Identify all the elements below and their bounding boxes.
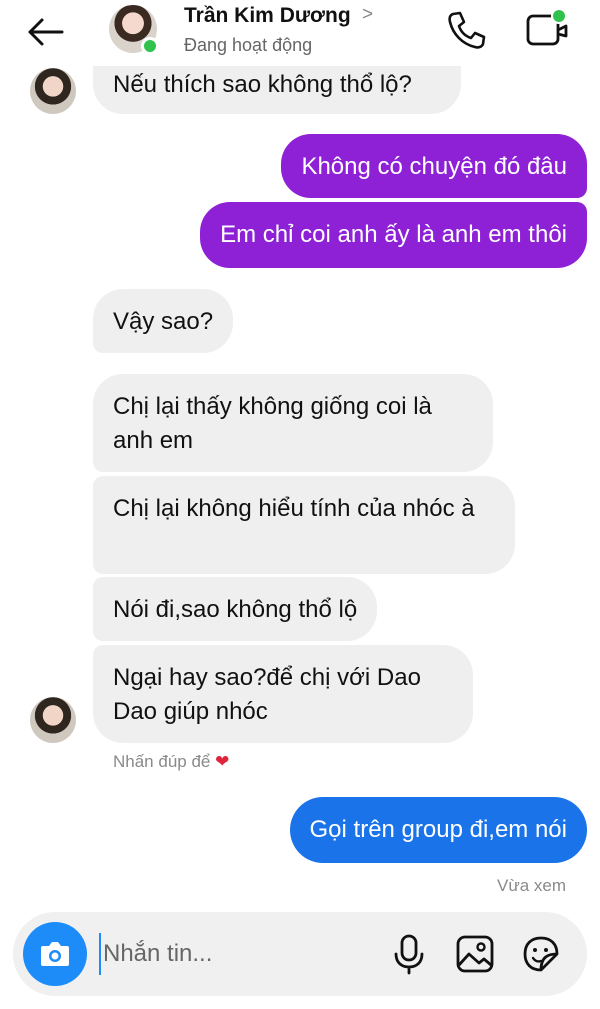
contact-status: Đang hoạt động [184, 35, 313, 55]
sender-avatar[interactable] [30, 697, 76, 743]
gallery-icon [456, 935, 494, 973]
call-button[interactable] [444, 8, 488, 52]
video-call-button[interactable] [522, 6, 570, 52]
gallery-button[interactable] [453, 932, 497, 976]
message-composer [13, 912, 587, 996]
sticker-icon [523, 936, 559, 972]
hint-text: Nhấn đúp để [113, 752, 211, 771]
phone-icon [448, 11, 486, 49]
camera-icon [41, 942, 69, 966]
back-button[interactable] [24, 12, 68, 52]
contact-name[interactable]: Trần Kim Dương [184, 4, 351, 28]
chevron-right-icon[interactable]: > [362, 4, 373, 26]
heart-icon: ❤ [215, 752, 230, 771]
camera-button[interactable] [23, 922, 87, 986]
message-outgoing[interactable]: Gọi trên group đi,em nói [289, 797, 587, 863]
microphone-icon [394, 934, 424, 975]
message-outgoing[interactable]: Em chỉ coi anh ấy là anh em thôi [200, 202, 587, 268]
message-incoming[interactable]: Nói đi,sao không thổ lộ [93, 577, 378, 641]
seen-status: Vừa xem [496, 876, 566, 895]
double-tap-hint: Nhấn đúp để ❤ [113, 752, 229, 772]
sticker-button[interactable] [519, 932, 563, 976]
message-incoming[interactable]: Vậy sao? [93, 289, 234, 353]
message-outgoing[interactable]: Không có chuyện đó đâu [281, 134, 587, 198]
video-call-icon [526, 8, 568, 46]
voice-message-button[interactable] [389, 932, 429, 976]
chat-header: Trần Kim Dương > Đang hoạt động [0, 0, 600, 66]
message-input[interactable] [99, 933, 369, 975]
message-incoming[interactable]: Ngại hay sao?để chị với Dao Dao giúp nhó… [93, 645, 473, 743]
message-incoming[interactable]: Chị lại không hiểu tính của nhóc à [93, 476, 515, 574]
back-arrow-icon [28, 18, 64, 46]
online-indicator [141, 37, 159, 55]
sender-avatar[interactable] [30, 68, 76, 114]
message-incoming[interactable]: Chị lại thấy không giống coi là anh em [93, 374, 493, 472]
